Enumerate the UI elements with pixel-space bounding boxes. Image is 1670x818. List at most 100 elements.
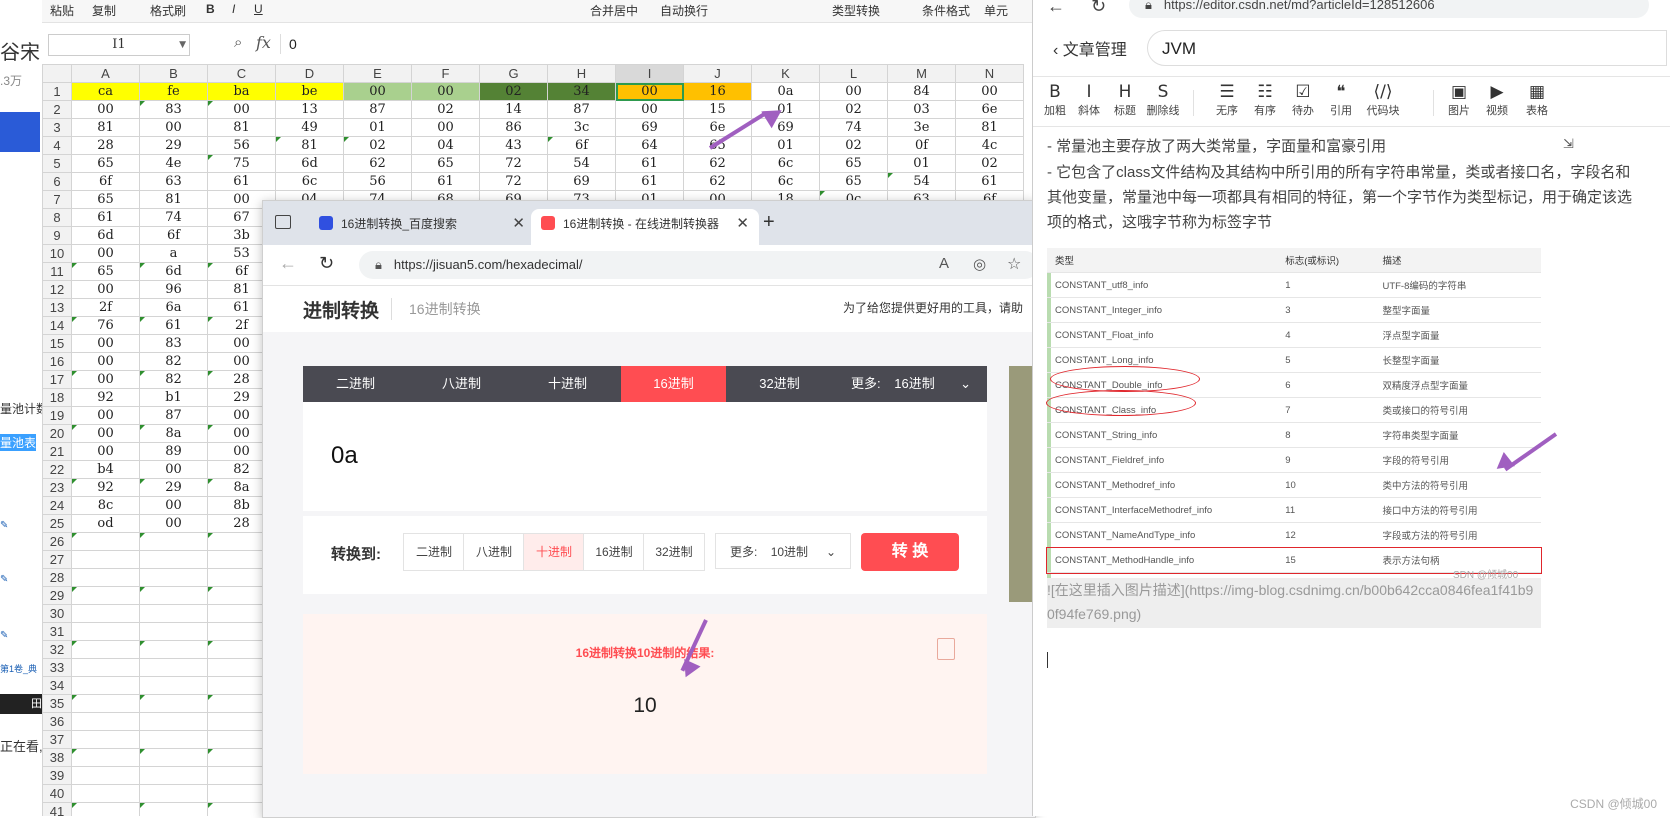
cell[interactable]: 02 [819,136,888,155]
lock-icon[interactable]: 🔒︎ [375,257,382,272]
cell[interactable]: b4 [71,460,140,479]
favorite-star-icon[interactable]: ☆ [1007,254,1021,274]
ribbon-italic[interactable]: I [232,2,235,16]
cell[interactable]: 00 [139,496,208,515]
column-header[interactable]: J [683,64,752,83]
cell[interactable] [139,712,208,731]
cell[interactable] [139,748,208,767]
cell[interactable]: 74 [819,118,888,137]
row-header[interactable]: 26 [42,532,72,551]
column-header[interactable]: L [819,64,888,83]
cell[interactable]: 02 [479,82,548,101]
right-edge-icon[interactable]: ⇲ [1563,136,1574,152]
cell[interactable]: 62 [683,154,752,173]
cell[interactable]: 56 [343,172,412,191]
chevron-down-icon[interactable]: ▼ [179,35,186,55]
row-header[interactable]: 13 [42,298,72,317]
cell[interactable]: 6c [275,172,344,191]
row-header[interactable]: 32 [42,640,72,659]
convert-button[interactable]: 转 换 [861,533,959,571]
cell[interactable] [71,748,140,767]
cell[interactable]: 56 [207,136,276,155]
cell[interactable]: 87 [139,406,208,425]
row-header[interactable]: 23 [42,478,72,497]
cell[interactable]: 72 [479,172,548,191]
cell[interactable]: 00 [139,514,208,533]
cell[interactable] [139,730,208,749]
fx-icon[interactable]: fx [256,33,271,52]
cell[interactable]: 03 [887,100,956,119]
column-header[interactable]: C [207,64,276,83]
cell[interactable]: 16 [683,82,752,101]
cell[interactable] [71,568,140,587]
cell[interactable]: 84 [887,82,956,101]
cell[interactable]: 00 [411,118,480,137]
row-header[interactable]: 3 [42,118,72,137]
ribbon-bold[interactable]: B [206,2,215,16]
cell[interactable]: fe [139,82,208,101]
back-arrow-icon[interactable]: ← [279,253,297,274]
tab-octal[interactable]: 八进制 [409,366,514,402]
cell[interactable]: 00 [139,460,208,479]
cell[interactable]: a [139,244,208,263]
row-header[interactable]: 14 [42,316,72,335]
cell[interactable]: 29 [139,136,208,155]
cell[interactable]: 02 [343,136,412,155]
cell[interactable]: 69 [547,172,616,191]
cell[interactable]: 61 [615,154,684,173]
cell[interactable] [71,586,140,605]
row-header[interactable]: 34 [42,676,72,695]
row-header[interactable]: 4 [42,136,72,155]
cell[interactable]: 00 [139,118,208,137]
cell[interactable]: 87 [343,100,412,119]
cell[interactable]: 6d [71,226,140,245]
cell[interactable]: 92 [71,478,140,497]
cell[interactable]: 6d [139,262,208,281]
hex-input[interactable]: 0a [331,442,358,470]
cell[interactable]: 6d [275,154,344,173]
cell[interactable] [139,568,208,587]
cell[interactable] [71,532,140,551]
cell[interactable]: 61 [71,208,140,227]
column-header[interactable]: G [479,64,548,83]
article-manage-link[interactable]: ‹ 文章管理 [1053,36,1127,60]
row-header[interactable]: 25 [42,514,72,533]
cell[interactable]: 2f [71,298,140,317]
left-thumbnail-image[interactable] [0,112,40,152]
cell[interactable] [139,766,208,785]
tab-hex[interactable]: 16进制 [621,366,726,402]
cell[interactable]: 63 [139,172,208,191]
zoom-icon[interactable]: ⌕ [234,34,242,51]
row-header[interactable]: 27 [42,550,72,569]
cell[interactable]: 69 [751,118,820,137]
cell[interactable]: 72 [479,154,548,173]
cell[interactable] [71,640,140,659]
target-octal[interactable]: 八进制 [463,533,525,571]
cell[interactable] [71,766,140,785]
ribbon-format-painter[interactable]: 格式刷 [150,2,186,19]
cell[interactable]: 64 [615,136,684,155]
cell[interactable]: 49 [275,118,344,137]
toolbar-待办-button[interactable]: ☑ 待办 [1285,82,1321,118]
cell[interactable]: 6a [139,298,208,317]
cell[interactable]: 6c [751,154,820,173]
tab-base32[interactable]: 32进制 [727,366,832,402]
cell[interactable] [71,784,140,803]
target-base32[interactable]: 32进制 [643,533,705,571]
row-header[interactable]: 37 [42,730,72,749]
toolbar-斜体-button[interactable]: I 斜体 [1071,82,1107,118]
article-title-input[interactable]: JVM [1147,30,1667,66]
column-header[interactable]: B [139,64,208,83]
cell[interactable]: 65 [71,262,140,281]
toolbar-图片-button[interactable]: ▣ 图片 [1441,82,1477,118]
cell[interactable] [71,676,140,695]
toolbar-代码块-button[interactable]: ⟨/⟩ 代码块 [1365,82,1401,118]
cell[interactable]: 4e [139,154,208,173]
cell[interactable]: 29 [139,478,208,497]
cell[interactable]: od [71,514,140,533]
editor-url-field[interactable]: 🔒︎ https://editor.csdn.net/md?articleId=1… [1129,0,1649,18]
cell[interactable]: 3c [547,118,616,137]
row-header[interactable]: 1 [42,82,72,101]
close-icon[interactable]: ✕ [736,209,749,239]
cell[interactable]: 62 [343,154,412,173]
